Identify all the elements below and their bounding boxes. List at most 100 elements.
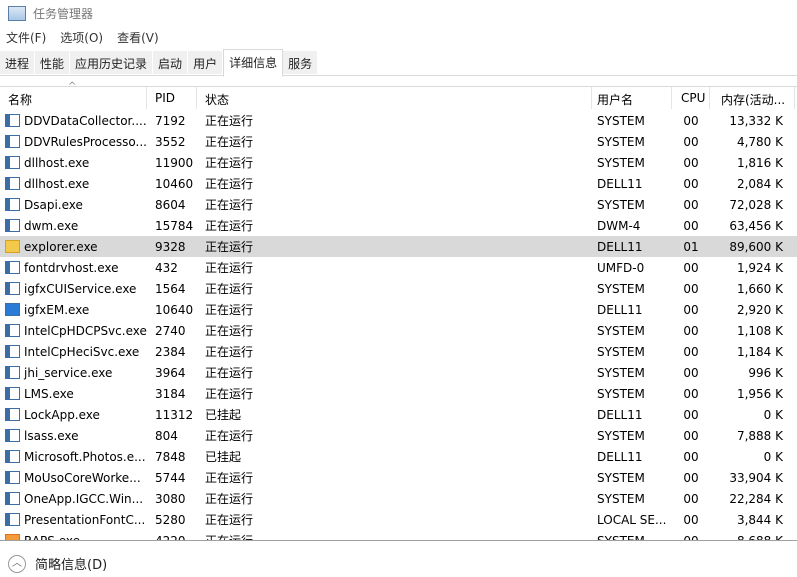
cell-username: DELL11 <box>597 449 643 464</box>
cell-cpu: 00 <box>683 449 699 464</box>
chevron-up-icon: ︿ <box>8 554 26 573</box>
menu-view[interactable]: 查看(V) <box>117 29 159 46</box>
table-row[interactable]: RAPS.exe 4220 正在运行 SYSTEM 00 8,688 K <box>0 530 797 541</box>
cell-memory: 4,780 K <box>736 134 783 149</box>
column-header-memory[interactable]: 内存(活动... <box>710 87 795 109</box>
tab-app-history[interactable]: 应用历史记录 <box>70 51 154 74</box>
table-row[interactable]: fontdrvhost.exe 432 正在运行 UMFD-0 00 1,924 K <box>0 257 797 278</box>
process-icon <box>5 345 20 358</box>
process-name: OneApp.IGCC.Win... <box>24 491 144 506</box>
cell-cpu: 00 <box>683 491 699 506</box>
cell-memory: 996 K <box>748 365 783 380</box>
table-row[interactable]: explorer.exe 9328 正在运行 DELL11 01 89,600 K <box>0 236 797 257</box>
cell-pid: 5280 <box>155 512 186 527</box>
cell-name: lsass.exe <box>0 429 147 443</box>
tab-performance[interactable]: 性能 <box>35 51 71 74</box>
cell-status: 正在运行 <box>205 303 254 317</box>
tab-users[interactable]: 用户 <box>188 51 224 74</box>
cell-cpu: 00 <box>683 155 699 170</box>
cell-username: DELL11 <box>597 239 643 254</box>
table-row[interactable]: Microsoft.Photos.e... 7848 已挂起 DELL11 00 0 K <box>0 446 797 467</box>
table-row[interactable]: igfxCUIService.exe 1564 正在运行 SYSTEM 00 1,660 … <box>0 278 797 299</box>
cell-name: LockApp.exe <box>0 408 147 422</box>
process-name: dllhost.exe <box>24 155 90 170</box>
cell-memory: 0 K <box>763 449 783 464</box>
cell-cpu: 00 <box>683 365 699 380</box>
process-icon <box>5 240 20 253</box>
table-row[interactable]: DDVRulesProcesso... 3552 正在运行 SYSTEM 00 4,780… <box>0 131 797 152</box>
table-row[interactable]: LockApp.exe 11312 已挂起 DELL11 00 0 K <box>0 404 797 425</box>
table-row[interactable]: LMS.exe 3184 正在运行 SYSTEM 00 1,956 K <box>0 383 797 404</box>
cell-cpu: 01 <box>683 239 699 254</box>
table-row[interactable]: dwm.exe 15784 正在运行 DWM-4 00 63,456 K <box>0 215 797 236</box>
cell-name: IntelCpHeciSvc.exe <box>0 345 147 359</box>
tab-details[interactable]: 详细信息 <box>223 49 284 77</box>
cell-username: UMFD-0 <box>597 260 645 275</box>
cell-pid: 432 <box>155 260 178 275</box>
cell-name: DDVRulesProcesso... <box>0 135 147 149</box>
table-row[interactable]: OneApp.IGCC.Win... 3080 正在运行 SYSTEM 00 22,284… <box>0 488 797 509</box>
process-icon <box>5 492 20 505</box>
cell-memory: 89,600 K <box>729 239 783 254</box>
column-header-status[interactable]: 状态 <box>197 87 592 109</box>
table-row[interactable]: PresentationFontC... 5280 正在运行 LOCAL SE... 0… <box>0 509 797 530</box>
cell-pid: 10460 <box>155 176 194 191</box>
cell-username: SYSTEM <box>597 113 645 128</box>
cell-memory: 2,084 K <box>736 176 783 191</box>
process-name: PresentationFontC... <box>24 512 146 527</box>
process-icon <box>5 135 20 148</box>
process-list: DDVDataCollector.... 7192 正在运行 SYSTEM 00 13,3… <box>0 110 797 541</box>
tab-processes[interactable]: 进程 <box>0 51 36 74</box>
process-name: fontdrvhost.exe <box>24 260 119 275</box>
cell-pid: 2740 <box>155 323 186 338</box>
table-row[interactable]: DDVDataCollector.... 7192 正在运行 SYSTEM 00 13,3… <box>0 110 797 131</box>
cell-username: SYSTEM <box>597 491 645 506</box>
process-icon <box>5 198 20 211</box>
process-name: LockApp.exe <box>24 407 100 422</box>
table-row[interactable]: dllhost.exe 10460 正在运行 DELL11 00 2,084 K <box>0 173 797 194</box>
tab-startup[interactable]: 启动 <box>153 51 189 74</box>
cell-memory: 1,924 K <box>736 260 783 275</box>
cell-memory: 3,844 K <box>736 512 783 527</box>
cell-username: SYSTEM <box>597 323 645 338</box>
column-header-cpu[interactable]: CPU <box>672 87 710 109</box>
fewer-details-button[interactable]: ︿ 简略信息(D) <box>8 554 107 573</box>
table-row[interactable]: dllhost.exe 11900 正在运行 SYSTEM 00 1,816 K <box>0 152 797 173</box>
process-name: Microsoft.Photos.e... <box>24 449 146 464</box>
cell-name: MoUsoCoreWorke... <box>0 471 147 485</box>
column-header-name[interactable]: ^ 名称 <box>0 81 147 109</box>
process-icon <box>5 408 20 421</box>
table-row[interactable]: lsass.exe 804 正在运行 SYSTEM 00 7,888 K <box>0 425 797 446</box>
table-row[interactable]: IntelCpHDCPSvc.exe 2740 正在运行 SYSTEM 00 1,108 … <box>0 320 797 341</box>
process-icon <box>5 114 20 127</box>
table-row[interactable]: jhi_service.exe 3964 正在运行 SYSTEM 00 996 K <box>0 362 797 383</box>
menu-file[interactable]: 文件(F) <box>6 29 46 46</box>
process-icon <box>5 324 20 337</box>
cell-memory: 0 K <box>763 407 783 422</box>
cell-name: Dsapi.exe <box>0 198 147 212</box>
cell-name: dllhost.exe <box>0 177 147 191</box>
column-header-username[interactable]: 用户名 <box>592 87 672 109</box>
process-icon <box>5 177 20 190</box>
cell-pid: 3080 <box>155 491 186 506</box>
table-row[interactable]: Dsapi.exe 8604 正在运行 SYSTEM 00 72,028 K <box>0 194 797 215</box>
cell-cpu: 00 <box>683 260 699 275</box>
cell-cpu: 00 <box>683 281 699 296</box>
column-header-pid[interactable]: PID <box>147 87 197 109</box>
table-row[interactable]: igfxEM.exe 10640 正在运行 DELL11 00 2,920 K <box>0 299 797 320</box>
cell-pid: 10640 <box>155 302 194 317</box>
cell-cpu: 00 <box>683 533 699 541</box>
process-icon <box>5 471 20 484</box>
cell-status: 正在运行 <box>205 471 254 485</box>
process-name: DDVDataCollector.... <box>24 113 147 128</box>
cell-name: explorer.exe <box>0 240 147 254</box>
cell-pid: 15784 <box>155 218 194 233</box>
table-row[interactable]: MoUsoCoreWorke... 5744 正在运行 SYSTEM 00 33,904 … <box>0 467 797 488</box>
cell-name: dllhost.exe <box>0 156 147 170</box>
process-name: lsass.exe <box>24 428 79 443</box>
cell-cpu: 00 <box>683 386 699 401</box>
cell-memory: 2,920 K <box>736 302 783 317</box>
menu-options[interactable]: 选项(O) <box>60 29 103 46</box>
table-row[interactable]: IntelCpHeciSvc.exe 2384 正在运行 SYSTEM 00 1,184 … <box>0 341 797 362</box>
tab-services[interactable]: 服务 <box>283 51 319 74</box>
